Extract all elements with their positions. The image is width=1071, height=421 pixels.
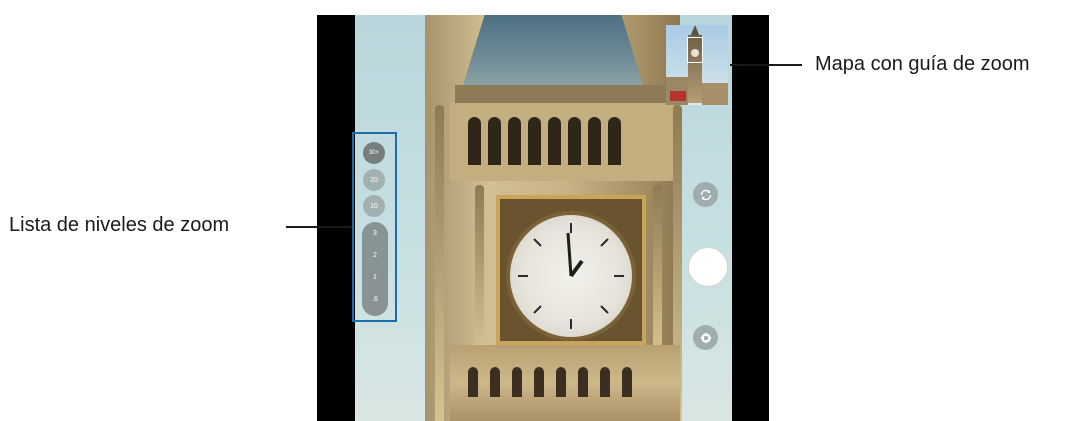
zoom-slider-track[interactable]: 3 2 1 .6: [362, 222, 388, 316]
effects-button[interactable]: [693, 325, 718, 350]
zoom-list-leader-line: [286, 226, 352, 228]
tower-roof: [463, 15, 643, 85]
zoom-10x-button[interactable]: 10: [363, 195, 385, 217]
zoom-level-1[interactable]: 1: [362, 274, 388, 281]
camera-switch-icon: [700, 189, 711, 200]
zoom-level-3[interactable]: 3: [362, 230, 388, 237]
effects-icon: [700, 332, 711, 343]
zoom-guide-map: [666, 25, 728, 105]
clock-face: [506, 211, 636, 341]
zoom-30x-button[interactable]: 30×: [363, 142, 385, 164]
zoom-level-2[interactable]: 2: [362, 252, 388, 259]
zoom-levels-callout: Lista de niveles de zoom: [9, 214, 230, 236]
zoom-level-0-6[interactable]: .6: [362, 296, 388, 303]
zoom-map-callout: Mapa con guía de zoom: [815, 53, 1030, 75]
camera-switch-button[interactable]: [693, 182, 718, 207]
zoom-20x-button[interactable]: 20: [363, 169, 385, 191]
zoom-level-list: 30× 20 10 3 2 1 .6: [362, 142, 388, 316]
zoom-guide-frame: [687, 37, 703, 63]
shutter-button[interactable]: [688, 247, 728, 287]
zoom-map-leader-line: [730, 64, 802, 66]
